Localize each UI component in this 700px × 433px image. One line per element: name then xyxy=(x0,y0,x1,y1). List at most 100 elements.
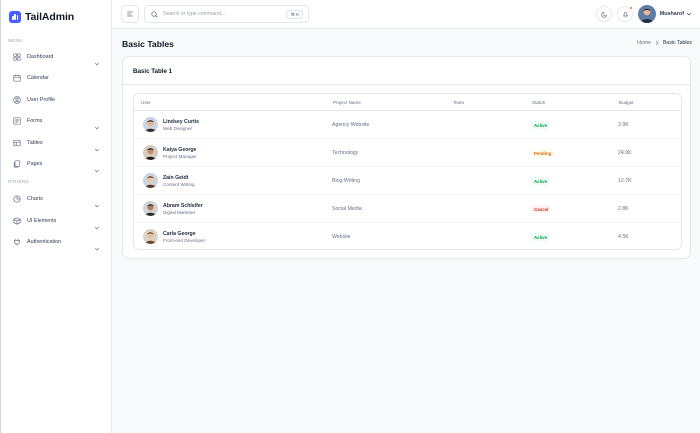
table-row: Kaiya George Project Manager Technology Pen… xyxy=(134,139,681,167)
user-avatar xyxy=(143,117,158,132)
theme-toggle-button[interactable] xyxy=(596,6,612,22)
table-row: Abram Schleifer Digital Marketer Social Me… xyxy=(134,195,681,223)
data-table: User Project Name Team Status Budget Lin… xyxy=(133,93,682,250)
chevron-down-icon xyxy=(94,54,100,66)
user-circle-icon xyxy=(12,96,21,105)
menu-section-label: MENU xyxy=(8,38,23,43)
column-header-user: User xyxy=(141,100,151,105)
user-name: Zain Geidt xyxy=(163,175,189,181)
budget-value: 12.7K xyxy=(618,178,632,184)
moon-icon xyxy=(600,11,607,18)
sidebar-item-label: Dashboard xyxy=(27,54,54,60)
user-avatar xyxy=(143,201,158,216)
user-avatar xyxy=(143,173,158,188)
status-badge: Cancel xyxy=(531,205,552,213)
user-menu[interactable]: Musharof xyxy=(637,5,692,23)
brand-logo[interactable]: TailAdmin xyxy=(9,11,74,23)
status-badge: Active xyxy=(531,233,551,241)
list-icon xyxy=(12,117,21,126)
team-avatars xyxy=(452,149,466,157)
user-role: Digital Marketer xyxy=(163,210,196,215)
project-name: Social Media xyxy=(332,206,362,212)
budget-value: 2.8K xyxy=(618,206,629,212)
logo-icon xyxy=(9,11,21,23)
sidebar-item-label: Tables xyxy=(27,140,43,146)
search-box[interactable]: ⌘ K xyxy=(144,5,309,23)
sidebar-item-pages[interactable]: Pages xyxy=(8,157,102,173)
team-member-avatar xyxy=(463,233,471,241)
table-row: Lindsey Curtis Web Designer Agency Website… xyxy=(134,111,681,139)
project-name: Website xyxy=(332,234,351,240)
page-icon xyxy=(12,160,21,169)
sidebar-item-user-profile[interactable]: User Profile xyxy=(8,93,102,107)
search-shortcut: ⌘ K xyxy=(286,10,303,19)
budget-value: 24.9K xyxy=(618,150,632,156)
user-role: Front-end Developer xyxy=(163,238,206,243)
user-avatar xyxy=(143,145,158,160)
sidebar-item-authentication[interactable]: Authentication xyxy=(8,235,102,251)
sidebar-item-label: UI Elements xyxy=(27,218,57,224)
team-avatars xyxy=(452,121,471,129)
table-row: Carla George Front-end Developer Website Ac… xyxy=(134,223,681,249)
card-title: Basic Table 1 xyxy=(133,68,173,75)
team-avatars xyxy=(452,233,471,241)
plug-icon xyxy=(12,238,21,247)
search-input[interactable] xyxy=(163,11,283,17)
column-header-budget: Budget xyxy=(619,100,634,105)
user-name: Carla George xyxy=(163,231,196,237)
sidebar-item-label: Calendar xyxy=(27,75,49,81)
status-badge: Active xyxy=(531,177,551,185)
user-name: Musharof xyxy=(659,11,684,17)
user-role: Web Designer xyxy=(163,126,193,131)
notifications-button[interactable] xyxy=(617,6,633,22)
user-avatar xyxy=(637,5,656,23)
project-name: Agency Website xyxy=(332,122,370,128)
sidebar-edge xyxy=(0,0,1,433)
sidebar-toggle-button[interactable] xyxy=(121,5,139,23)
grid-icon xyxy=(12,53,21,62)
breadcrumb-current: Basic Tables xyxy=(662,40,692,46)
notification-dot xyxy=(629,6,633,10)
top-header: ⌘ K Musharof xyxy=(112,0,700,29)
team-member-avatar xyxy=(452,177,460,185)
sidebar-item-forms[interactable]: Forms xyxy=(8,114,102,130)
user-role: Project Manager xyxy=(163,154,197,159)
column-header-project: Project Name xyxy=(333,100,361,105)
sidebar-item-calendar[interactable]: Calendar xyxy=(8,71,102,85)
team-member-avatar xyxy=(463,121,471,129)
user-name: Lindsey Curtis xyxy=(163,119,200,125)
bell-icon xyxy=(622,11,628,17)
sidebar-item-tables[interactable]: Tables xyxy=(8,136,102,152)
project-name: Technology xyxy=(332,150,359,156)
sidebar-item-dashboard[interactable]: Dashboard xyxy=(8,50,102,66)
column-header-team: Team xyxy=(453,100,465,105)
calendar-icon xyxy=(12,74,21,83)
user-role: Content Writing xyxy=(163,182,195,187)
sidebar-item-label: User Profile xyxy=(27,97,56,103)
chevron-down-icon xyxy=(94,118,100,130)
status-badge: Active xyxy=(531,121,551,129)
status-badge: Pending xyxy=(531,149,555,157)
breadcrumb-home-link[interactable]: Home xyxy=(637,40,651,46)
sidebar-item-ui-elements[interactable]: UI Elements xyxy=(8,214,102,230)
table-card: Basic Table 1 User Project Name Team Sta… xyxy=(122,56,691,259)
chevron-down-icon xyxy=(686,12,692,16)
table-row: Zain Geidt Content Writing Blog Writing Act… xyxy=(134,167,681,195)
team-avatars xyxy=(452,205,471,213)
breadcrumb: Home Basic Tables xyxy=(637,40,692,46)
brand-name: TailAdmin xyxy=(25,11,75,23)
user-name: Kaiya George xyxy=(163,147,197,153)
sidebar: TailAdmin MENU Dashboard Calendar User P… xyxy=(0,0,112,433)
user-avatar xyxy=(143,229,158,244)
team-member-avatar xyxy=(457,149,466,157)
card-divider xyxy=(123,84,690,85)
user-name: Abram Schleifer xyxy=(163,203,203,209)
others-section-label: OTHERS xyxy=(8,179,29,184)
chevron-down-icon xyxy=(94,218,100,230)
sidebar-item-label: Authentication xyxy=(27,239,62,245)
chevron-right-icon xyxy=(655,40,659,46)
search-icon xyxy=(151,10,158,18)
sidebar-item-charts[interactable]: Charts xyxy=(8,192,102,208)
team-member-avatar xyxy=(463,205,471,213)
sidebar-item-label: Forms xyxy=(27,118,43,124)
